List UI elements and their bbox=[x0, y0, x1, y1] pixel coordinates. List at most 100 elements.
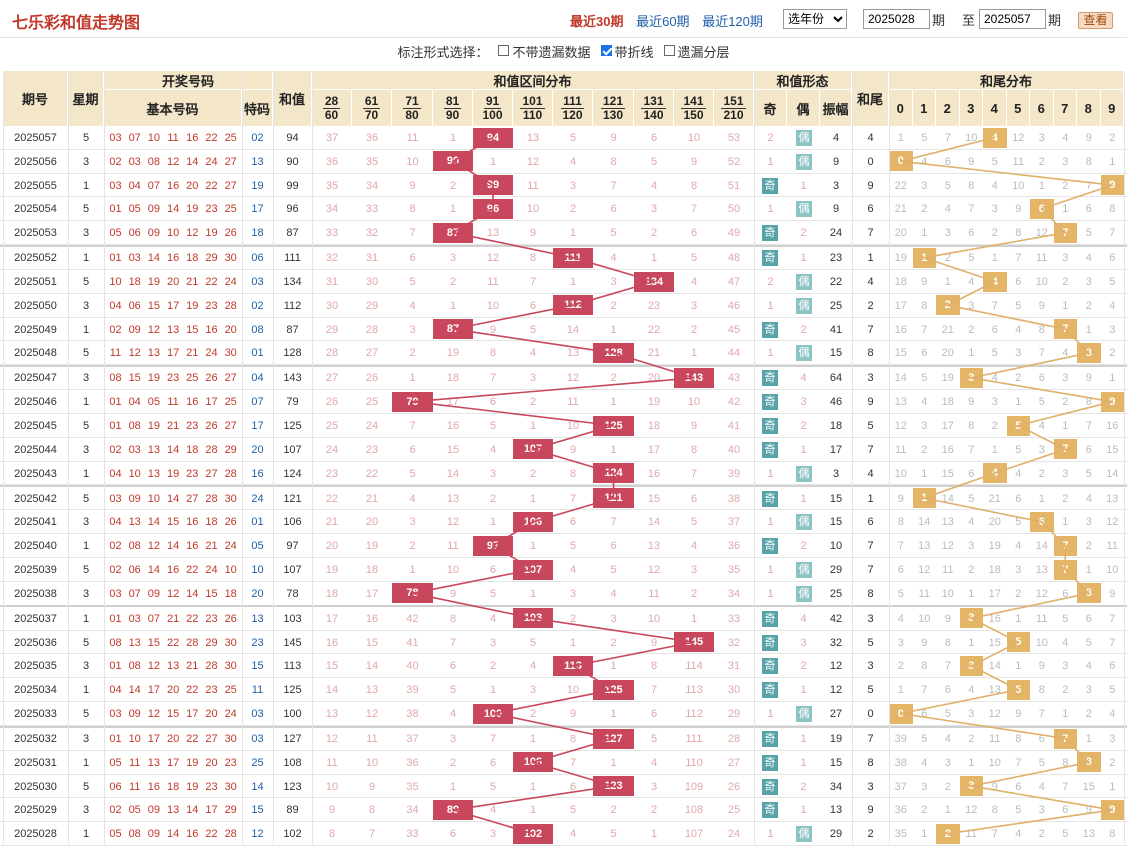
basic-number: 01 bbox=[109, 252, 122, 265]
range-omission: 26 bbox=[727, 780, 741, 793]
option-checkbox-2[interactable] bbox=[600, 45, 612, 56]
tail-omission: 15 bbox=[988, 636, 1001, 649]
range-omission: 4 bbox=[650, 756, 658, 769]
option-checkbox-1[interactable] bbox=[498, 45, 510, 56]
basic-number: 09 bbox=[147, 804, 161, 817]
range-header: 81 90 bbox=[433, 90, 473, 127]
range-omission: 21 bbox=[365, 492, 379, 505]
basic-number: 19 bbox=[147, 372, 161, 385]
issue-cell: 2025032 bbox=[14, 733, 57, 745]
range-omission: 5 bbox=[489, 420, 497, 432]
range-omission: 3 bbox=[610, 276, 617, 288]
tail-omission: 8 bbox=[921, 299, 928, 312]
year-select[interactable]: 选年份 bbox=[783, 9, 847, 29]
range-omission: 7 bbox=[368, 828, 376, 841]
sum-range-hit: 124 bbox=[593, 463, 634, 484]
range-omission: 11 bbox=[406, 132, 419, 144]
tail-omission: 2 bbox=[1062, 179, 1069, 192]
period-link-60[interactable]: 最近60期 bbox=[636, 14, 689, 29]
range-omission: 52 bbox=[727, 155, 741, 168]
range-omission: 1 bbox=[610, 756, 617, 769]
tail-omission: 2 bbox=[1062, 492, 1069, 505]
tail-cell: 3 bbox=[867, 780, 874, 793]
range-omission: 9 bbox=[569, 708, 577, 720]
basic-number: 24 bbox=[224, 276, 237, 288]
range-omission: 12 bbox=[325, 733, 339, 745]
range-omission: 31 bbox=[365, 252, 379, 265]
range-omission: 1 bbox=[690, 347, 698, 360]
amplitude-cell: 3 bbox=[832, 467, 840, 480]
range-omission: 9 bbox=[569, 443, 577, 456]
sum-value: 99 bbox=[286, 179, 299, 192]
basic-number: 21 bbox=[166, 420, 180, 432]
column-divider bbox=[273, 71, 274, 844]
week-cell: 3 bbox=[82, 516, 90, 529]
tail-omission: 16 bbox=[988, 612, 1001, 625]
range-omission: 21 bbox=[325, 516, 339, 529]
range-omission: 2 bbox=[690, 323, 698, 336]
odd-badge: 奇 bbox=[762, 490, 778, 507]
special-number: 02 bbox=[251, 132, 264, 144]
basic-number: 09 bbox=[147, 203, 161, 216]
range-omission: 2 bbox=[409, 540, 416, 553]
tail-omission: 1 bbox=[968, 587, 975, 600]
range-omission: 13 bbox=[526, 132, 540, 144]
basic-number: 15 bbox=[166, 708, 180, 720]
range-omission: 13 bbox=[365, 684, 379, 697]
amplitude-cell: 18 bbox=[829, 420, 843, 432]
tail-omission: 21 bbox=[894, 203, 907, 216]
top-bar: 七乐彩和值走势图 最近30期 最近60期 最近120期 选年份 期 至 期 查看 bbox=[0, 0, 1127, 38]
query-button[interactable]: 查看 bbox=[1078, 12, 1113, 29]
basic-number: 19 bbox=[186, 203, 199, 216]
amplitude-cell: 64 bbox=[829, 372, 843, 385]
tail-omission: 1 bbox=[968, 756, 975, 769]
tail-omission: 5 bbox=[1109, 276, 1116, 288]
range-omission: 5 bbox=[529, 323, 537, 336]
basic-number: 05 bbox=[109, 756, 122, 769]
odd-badge: 奇 bbox=[762, 418, 778, 434]
range-omission: 9 bbox=[650, 636, 658, 649]
tail-omission: 4 bbox=[897, 612, 904, 625]
tail-cell: 7 bbox=[867, 564, 874, 576]
basic-number: 02 bbox=[109, 564, 122, 576]
range-omission: 4 bbox=[569, 828, 577, 841]
basic-number: 26 bbox=[224, 612, 237, 625]
tail-omission: 8 bbox=[1015, 733, 1022, 745]
sum-range-hit: 79 bbox=[392, 391, 433, 412]
special-number: 20 bbox=[251, 587, 264, 600]
tail-omission: 3 bbox=[897, 636, 904, 649]
option-checkbox-3[interactable] bbox=[663, 45, 675, 56]
range-omission: 25 bbox=[325, 420, 339, 432]
basic-number: 27 bbox=[205, 733, 218, 745]
tail-omission: 2 bbox=[1038, 467, 1045, 480]
range-omission: 5 bbox=[489, 780, 497, 793]
even-omission: 1 bbox=[800, 733, 807, 745]
range-omission: 1 bbox=[529, 780, 537, 793]
range-omission: 2 bbox=[529, 467, 537, 480]
tail-cell: 7 bbox=[867, 733, 874, 745]
tail-omission: 8 bbox=[1085, 396, 1092, 409]
tail-omission: 8 bbox=[968, 179, 975, 192]
range-header: 61 70 bbox=[352, 90, 392, 127]
tail-omission: 3 bbox=[991, 203, 998, 216]
week-cell: 3 bbox=[82, 227, 90, 240]
period-link-120[interactable]: 最近120期 bbox=[702, 14, 763, 29]
range-omission: 6 bbox=[409, 443, 416, 456]
odd-badge: 奇 bbox=[762, 538, 778, 555]
end-issue-input[interactable] bbox=[979, 9, 1046, 29]
special-number: 13 bbox=[251, 612, 264, 625]
range-omission: 46 bbox=[727, 299, 741, 312]
basic-number: 29 bbox=[224, 804, 237, 817]
tail-omission: 6 bbox=[1085, 203, 1092, 216]
period-link-30[interactable]: 最近30期 bbox=[570, 14, 623, 29]
basic-number: 02 bbox=[109, 804, 122, 817]
tail-omission: 5 bbox=[1062, 612, 1069, 625]
range-omission: 34 bbox=[325, 203, 339, 216]
sum-value: 145 bbox=[283, 636, 302, 649]
range-omission: 45 bbox=[727, 323, 741, 336]
range-omission: 10 bbox=[365, 756, 379, 769]
sum-value: 113 bbox=[283, 660, 302, 673]
start-issue-input[interactable] bbox=[863, 9, 930, 29]
range-omission: 5 bbox=[569, 540, 577, 553]
week-cell: 1 bbox=[82, 252, 90, 265]
